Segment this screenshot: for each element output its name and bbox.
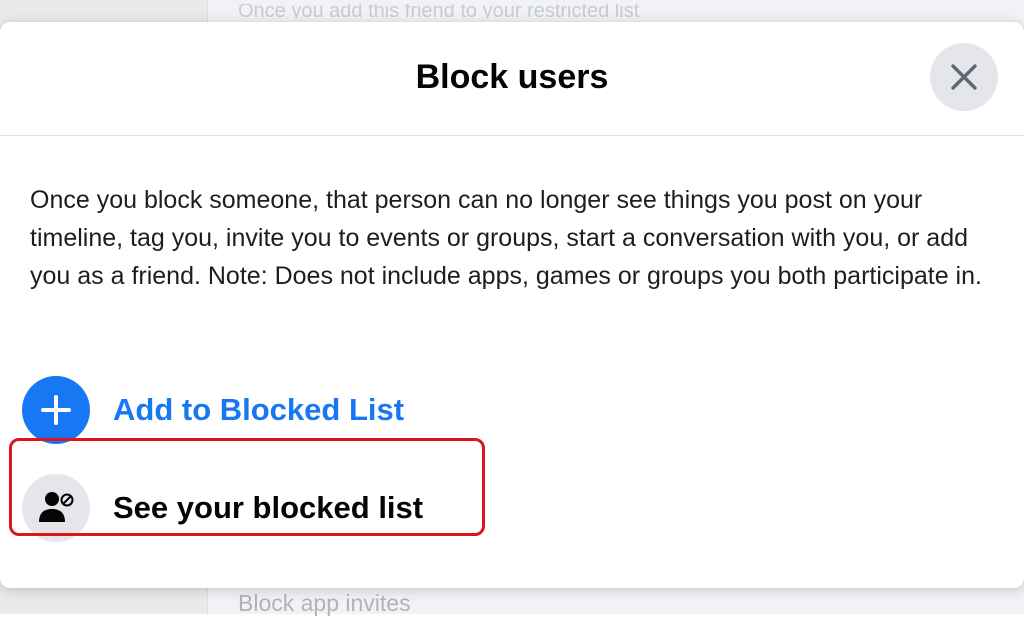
dialog-title: Block users [415,58,609,96]
background-text-top: Once you add this friend to your restric… [238,4,640,18]
close-icon [951,64,977,90]
see-blocked-list-button[interactable]: See your blocked list [22,474,423,542]
add-to-blocked-list-button[interactable]: Add to Blocked List [22,376,404,444]
blocked-user-icon-circle[interactable] [22,474,90,542]
see-blocked-list-label[interactable]: See your blocked list [113,490,423,526]
plus-icon [41,395,71,425]
block-users-dialog: Block users Once you block someone, that… [0,22,1024,588]
dialog-header: Block users [0,22,1024,136]
add-to-blocked-list-label[interactable]: Add to Blocked List [113,392,404,428]
block-description: Once you block someone, that person can … [30,186,982,290]
add-icon-circle[interactable] [22,376,90,444]
blocked-user-icon [39,492,74,522]
close-button[interactable] [930,43,998,111]
